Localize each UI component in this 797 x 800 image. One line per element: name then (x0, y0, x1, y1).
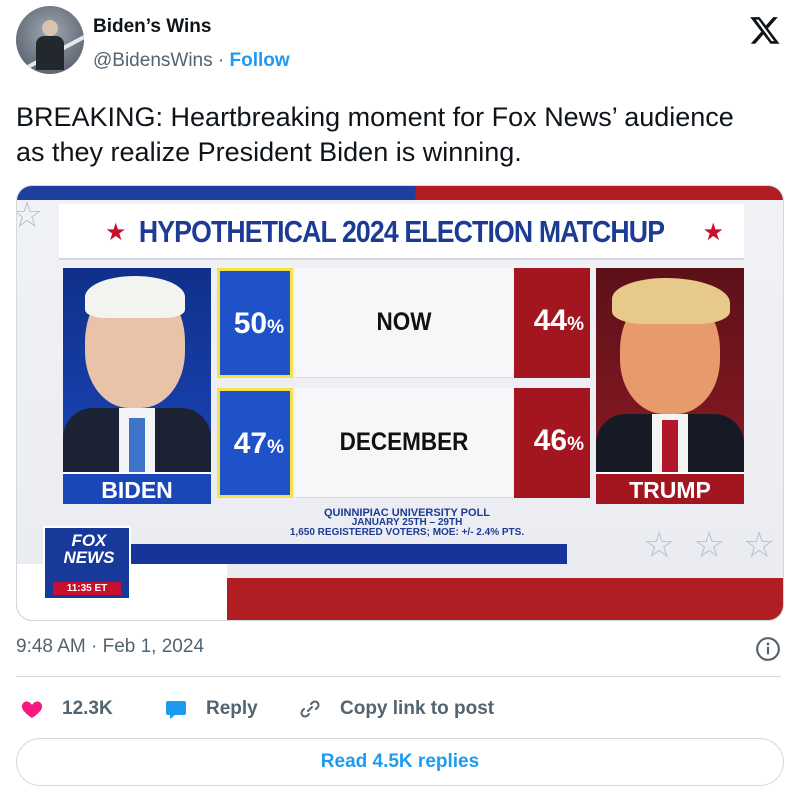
trump-now-value-box: 44% (514, 268, 590, 378)
biden-tie (129, 418, 145, 478)
read-replies-button[interactable]: Read 4.5K replies (16, 738, 784, 786)
trump-tie (662, 420, 678, 478)
avatar-head (42, 20, 58, 36)
lower-third-blue-bar (107, 544, 567, 564)
poll-row-december: DECEMBER (295, 388, 513, 498)
biden-nameplate: BIDEN (63, 472, 211, 504)
follow-button[interactable]: Follow (230, 50, 290, 71)
like-button[interactable]: 12.3K (20, 692, 113, 726)
trump-december-value: 46 (533, 424, 568, 457)
row-label-december: DECEMBER (339, 428, 469, 456)
copy-link-label: Copy link to post (340, 698, 495, 719)
avatar-suit (36, 36, 64, 70)
star-icon: ☆ (693, 524, 726, 565)
biden-december-value: 47 (233, 427, 268, 460)
link-icon (300, 700, 320, 718)
biden-now-value-box: 50% (217, 268, 293, 378)
broadcast-time: 11:35 ET (53, 582, 121, 595)
trump-now-value: 44 (533, 304, 568, 337)
poll-row-now: NOW (295, 268, 513, 378)
trump-hair (612, 278, 730, 324)
trump-nameplate: TRUMP (596, 472, 744, 504)
avatar[interactable] (16, 6, 84, 74)
star-icon: ★ (702, 219, 724, 246)
percent-unit: % (267, 437, 284, 458)
fox-news-logo: FOX NEWS 11:35 ET (43, 526, 131, 600)
reply-label: Reply (206, 698, 258, 719)
poll-sample: 1,650 REGISTERED VOTERS; MOE: +/- 2.4% P… (289, 527, 525, 538)
copy-link-button[interactable]: Copy link to post (298, 692, 494, 726)
fox-news-logo-text: FOX NEWS (63, 531, 115, 567)
author-name[interactable]: Biden’s Wins (93, 16, 211, 38)
trump-photo (596, 268, 744, 478)
trump-december-value-box: 46% (514, 388, 590, 498)
tweet-media-image[interactable]: ☆ ★ HYPOTHETICAL 2024 ELECTION MATCHUP ★… (16, 185, 784, 621)
separator-dot: · (217, 50, 225, 71)
star-icon: ☆ (17, 194, 43, 236)
graphic-title: HYPOTHETICAL 2024 ELECTION MATCHUP (138, 214, 665, 249)
x-logo-icon[interactable] (749, 14, 781, 46)
tweet-timestamp[interactable]: 9:48 AM · Feb 1, 2024 (16, 636, 204, 658)
reply-button[interactable]: Reply (164, 692, 258, 726)
poll-source: QUINNIPIAC UNIVERSITY POLL JANUARY 25TH … (257, 508, 557, 538)
author-handle[interactable]: @BidensWins (93, 50, 213, 71)
media-top-band (17, 186, 783, 200)
author-handle-row: @BidensWins · Follow (93, 50, 290, 72)
biden-now-value: 50 (233, 307, 268, 340)
action-bar: 12.3K Reply Copy link to post (16, 692, 781, 726)
biden-hair (85, 276, 185, 318)
like-count: 12.3K (62, 698, 113, 719)
percent-unit: % (567, 434, 584, 455)
heart-icon (21, 701, 43, 718)
percent-unit: % (267, 317, 284, 338)
graphic-title-bar: ★ HYPOTHETICAL 2024 ELECTION MATCHUP ★ (59, 204, 744, 260)
tweet-text: BREAKING: Heartbreaking moment for Fox N… (16, 102, 734, 167)
info-icon[interactable] (755, 636, 781, 662)
star-icon: ☆ (643, 524, 676, 565)
reply-bubble-icon (166, 701, 186, 719)
divider (16, 676, 781, 677)
star-icon: ☆ (743, 524, 776, 565)
biden-december-value-box: 47% (217, 388, 293, 498)
row-label-now: NOW (376, 308, 432, 336)
percent-unit: % (567, 314, 584, 335)
tweet-header: Biden’s Wins @BidensWins · Follow (16, 6, 781, 78)
biden-photo (63, 268, 211, 478)
